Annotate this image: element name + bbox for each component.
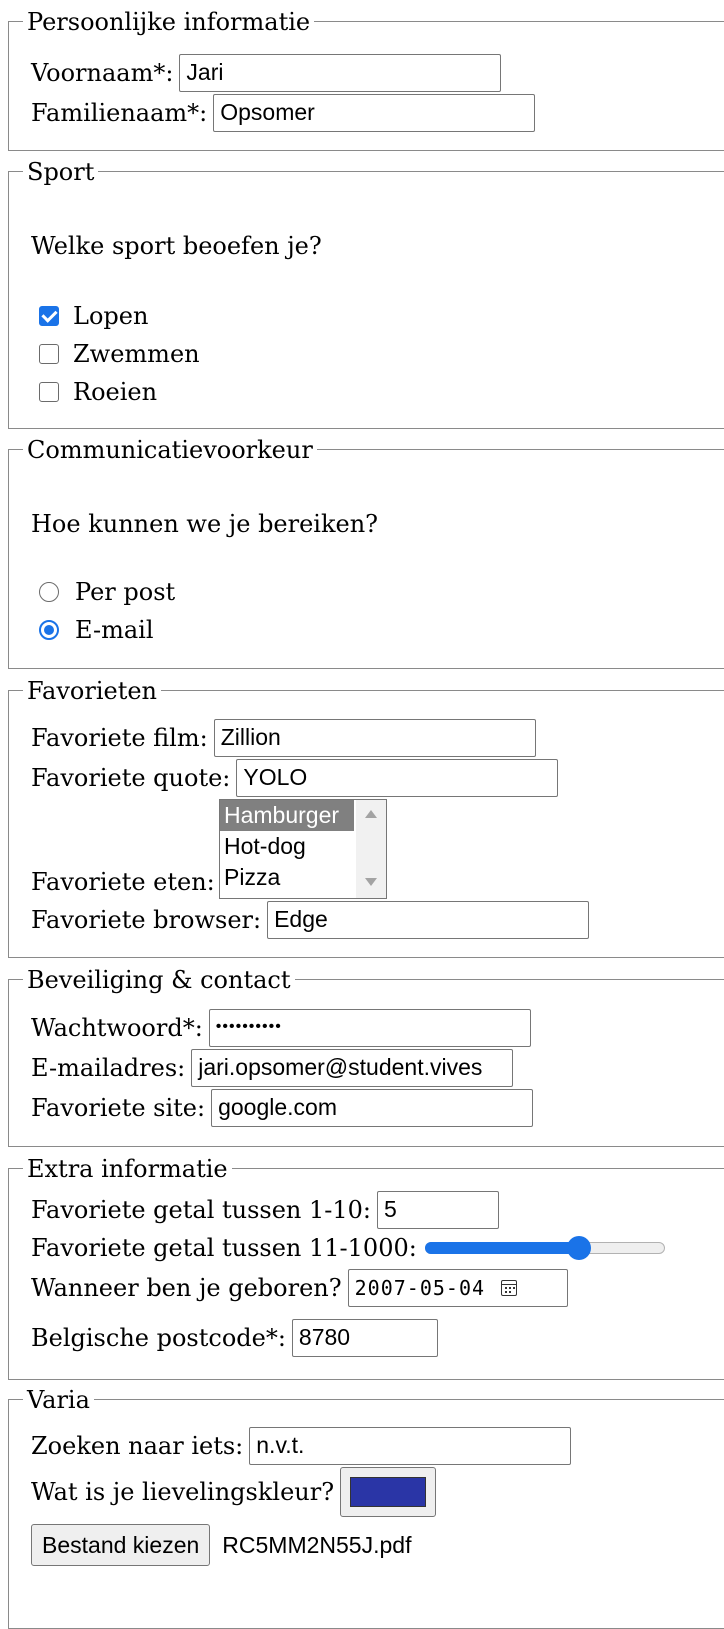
birth-date-value: 2007-05-04 [354,1276,486,1300]
site-input[interactable]: google.com [211,1089,534,1127]
sport-option-label: Roeien [73,378,158,406]
food-option-pizza[interactable]: Pizza [220,862,354,893]
checkbox-roeien[interactable] [39,382,59,402]
misc-fieldset: Varia Zoeken naar iets: n.v.t. Wat is je… [8,1386,724,1629]
misc-legend: Varia [23,1386,94,1414]
browser-input[interactable]: Edge [267,901,590,939]
range-track-fill [424,1242,582,1254]
communication-legend: Communicatievoorkeur [23,436,317,464]
email-label: E-mailadres: [31,1054,186,1082]
search-input[interactable]: n.v.t. [249,1427,572,1465]
communication-option-email[interactable]: E-mail [39,616,154,644]
radio-per-post[interactable] [39,582,59,602]
sport-option-zwemmen[interactable]: Zwemmen [39,340,200,368]
checkbox-lopen[interactable] [39,306,59,326]
sport-option-roeien[interactable]: Roeien [39,378,157,406]
password-label: Wachtwoord*: [31,1014,203,1042]
range-label: Favoriete getal tussen 11-1000: [31,1234,417,1262]
favorites-legend: Favorieten [23,677,161,705]
postcode-input[interactable]: 8780 [291,1319,438,1357]
browser-label: Favoriete browser: [31,906,262,934]
range-slider[interactable] [423,1233,667,1263]
communication-option-label: Per post [75,578,176,606]
scroll-down-icon[interactable] [365,878,377,886]
lastname-input[interactable]: Opsomer [213,94,536,132]
birth-date-input[interactable]: 2007-05-04 [347,1269,568,1307]
food-option-hamburger[interactable]: Hamburger [220,800,354,831]
quote-input[interactable]: YOLO [236,759,559,797]
personal-info-fieldset: Persoonlijke informatie Voornaam*: Jari … [8,8,724,151]
sport-fieldset: Sport Welke sport beoefen je? Lopen Zwem… [8,158,724,429]
security-fieldset: Beveiliging & contact Wachtwoord*: •••••… [8,966,724,1147]
sport-legend: Sport [23,158,99,186]
checkbox-zwemmen[interactable] [39,344,59,364]
color-picker-button[interactable] [340,1467,437,1517]
email-input[interactable]: jari.opsomer@student.vives [191,1049,514,1087]
firstname-input[interactable]: Jari [179,54,502,92]
color-label: Wat is je lievelingskleur? [31,1478,335,1506]
food-label: Favoriete eten: [31,868,215,896]
film-input[interactable]: Zillion [213,719,536,757]
extra-legend: Extra informatie [23,1155,232,1183]
communication-question: Hoe kunnen we je bereiken? [31,510,379,538]
sport-option-label: Lopen [73,302,149,330]
film-label: Favoriete film: [31,724,208,752]
password-input[interactable]: •••••••••• [208,1009,531,1047]
file-choose-button[interactable]: Bestand kiezen [31,1524,211,1566]
favorites-fieldset: Favorieten Favoriete film: Zillion Favor… [8,677,724,958]
lastname-label: Familienaam*: [31,99,208,127]
firstname-label: Voornaam*: [31,59,174,87]
color-swatch [350,1477,427,1507]
communication-option-label: E-mail [75,616,154,644]
food-listbox[interactable]: Hamburger Hot-dog Pizza [219,799,387,899]
food-listbox-scrollbar[interactable] [356,800,386,898]
communication-option-post[interactable]: Per post [39,578,175,606]
file-name: RC5MM2N55J.pdf [222,1531,412,1558]
radio-email[interactable] [39,620,59,640]
site-label: Favoriete site: [31,1094,206,1122]
quote-label: Favoriete quote: [31,764,231,792]
personal-info-legend: Persoonlijke informatie [23,8,315,36]
communication-fieldset: Communicatievoorkeur Hoe kunnen we je be… [8,436,724,669]
birth-label: Wanneer ben je geboren? [31,1274,342,1302]
extra-fieldset: Extra informatie Favoriete getal tussen … [8,1155,724,1380]
number-label: Favoriete getal tussen 1-10: [31,1196,372,1224]
scroll-up-icon[interactable] [365,810,377,818]
postcode-label: Belgische postcode*: [31,1324,286,1352]
sport-question: Welke sport beoefen je? [31,232,322,260]
food-option-hot-dog[interactable]: Hot-dog [220,831,354,862]
sport-option-label: Zwemmen [73,340,200,368]
range-thumb[interactable] [567,1236,592,1260]
sport-option-lopen[interactable]: Lopen [39,302,148,330]
search-label: Zoeken naar iets: [31,1432,244,1460]
security-legend: Beveiliging & contact [23,966,295,994]
number-input[interactable]: 5 [377,1191,500,1229]
calendar-icon[interactable] [501,1280,518,1296]
